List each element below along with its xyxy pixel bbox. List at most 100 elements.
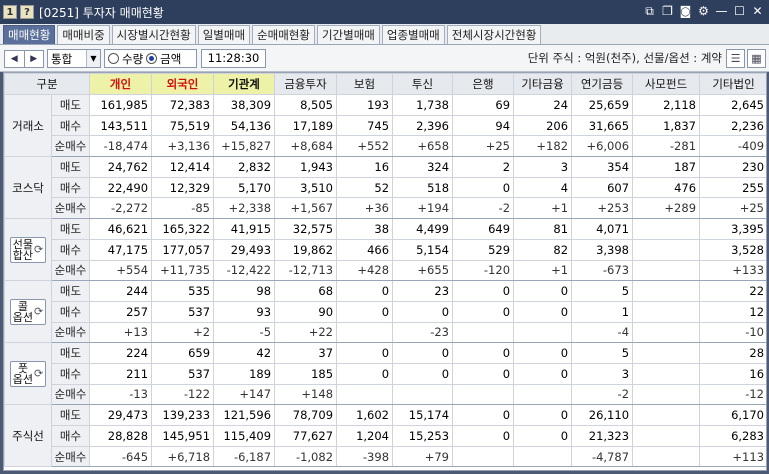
- copy-icon[interactable]: ❐: [660, 4, 675, 19]
- cell-value: 0: [513, 280, 573, 302]
- market-select[interactable]: 통합 ▼: [47, 49, 101, 68]
- cell-value: +2,338: [213, 197, 276, 220]
- cell-value: -4: [571, 321, 634, 344]
- unit-radio-group: 수량 금액: [104, 49, 197, 68]
- cell-value: 93: [213, 300, 276, 323]
- chevron-down-icon[interactable]: ▼: [86, 50, 100, 67]
- tab-daily-trading[interactable]: 일별매매: [197, 25, 251, 44]
- cell-value: 6,170: [699, 404, 766, 426]
- minimize-icon[interactable]: —: [714, 4, 729, 19]
- cell-value: +1: [513, 197, 573, 220]
- help-icon[interactable]: ?: [20, 5, 34, 19]
- radio-quantity[interactable]: [108, 53, 119, 64]
- list-view-icon[interactable]: ☰: [726, 49, 745, 68]
- col-individual[interactable]: 개인: [89, 73, 153, 95]
- settings-icon[interactable]: ⚙: [696, 4, 711, 19]
- cell-value: +36: [336, 197, 394, 220]
- group-label[interactable]: 콜 옵션 ⟳: [4, 280, 52, 344]
- cell-value: [632, 259, 701, 282]
- tab-net-trading-status[interactable]: 순매매현황: [252, 25, 315, 44]
- tab-market-time-status[interactable]: 시장별시간현황: [111, 25, 196, 44]
- table-row: 매수 257 537 93 90 0 0 0 0 1 12: [5, 300, 766, 323]
- cell-value: 26,110: [571, 404, 634, 426]
- cell-value: 1: [571, 300, 634, 323]
- cell-value: +113: [699, 445, 766, 468]
- group-label[interactable]: 풋 옵션 ⟳: [4, 342, 52, 406]
- col-financial-investment[interactable]: 금융투자: [274, 73, 338, 95]
- cell-value: 38: [336, 218, 394, 240]
- cell-value: 0: [452, 404, 515, 426]
- investor-trading-grid: 구분 개인 외국인 기관계 금융투자 보험 투신 은행 기타금융 연기금등 사모…: [3, 72, 767, 471]
- group-toggle-button[interactable]: 선물 합산 ⟳: [9, 236, 47, 263]
- cell-value: -120: [452, 259, 515, 282]
- cell-value: 72,383: [151, 94, 215, 116]
- row-label-buy: 매수: [50, 176, 91, 199]
- cell-value: +8,684: [274, 135, 338, 158]
- radio-amount[interactable]: [146, 53, 158, 64]
- cell-value: 3: [571, 362, 634, 385]
- row-label-sell: 매도: [50, 404, 91, 426]
- cell-value: 5: [571, 280, 634, 302]
- cell-value: 24: [513, 94, 573, 116]
- cell-value: 1,602: [336, 404, 394, 426]
- cell-value: -12,422: [213, 259, 276, 282]
- radio-amount-label[interactable]: 금액: [160, 51, 181, 67]
- cell-value: +655: [392, 259, 454, 282]
- col-private-fund[interactable]: 사모펀드: [632, 73, 701, 95]
- tab-period-trading[interactable]: 기간별매매: [316, 25, 380, 44]
- cell-value: 189: [213, 362, 276, 385]
- cell-value: 5: [571, 342, 634, 364]
- cell-value: 185: [274, 362, 338, 385]
- col-foreign[interactable]: 외국인: [151, 73, 215, 95]
- cell-value: 0: [336, 342, 394, 364]
- cell-value: 193: [336, 94, 394, 116]
- col-insurance[interactable]: 보험: [336, 73, 394, 95]
- cell-value: 161,985: [89, 94, 153, 116]
- cell-value: +6,006: [571, 135, 634, 158]
- row-label-buy: 매수: [50, 300, 91, 323]
- group-toggle-button[interactable]: 풋 옵션 ⟳: [9, 360, 47, 387]
- tab-trading-ratio[interactable]: 매매비중: [57, 25, 110, 44]
- screen-link-icon[interactable]: ⧉: [642, 4, 657, 19]
- cell-value: 22,490: [89, 176, 153, 199]
- grid-view-icon[interactable]: ▦: [747, 49, 766, 68]
- cell-value: +148: [274, 383, 338, 406]
- col-pension[interactable]: 연기금등: [571, 73, 634, 95]
- col-other-corp[interactable]: 기타법인: [699, 73, 766, 95]
- close-icon[interactable]: ✕: [750, 4, 765, 19]
- col-other-finance[interactable]: 기타금융: [513, 73, 573, 95]
- group-label[interactable]: 선물 합산 ⟳: [4, 218, 52, 282]
- maximize-icon[interactable]: ☐: [732, 4, 747, 19]
- cell-value: 255: [699, 176, 766, 199]
- cell-value: [513, 383, 573, 406]
- cell-value: 75,519: [151, 114, 215, 137]
- cell-value: -2: [571, 383, 634, 406]
- col-institution[interactable]: 기관계: [213, 73, 276, 95]
- cell-value: 32,575: [274, 218, 338, 240]
- cell-value: 23: [392, 280, 454, 302]
- cell-value: 2,118: [632, 94, 701, 116]
- group-toggle-button[interactable]: 콜 옵션 ⟳: [9, 298, 47, 325]
- group-toggle-label: 선물 합산: [13, 239, 33, 261]
- cell-value: [513, 321, 573, 344]
- tab-all-market-time-status[interactable]: 전체시장시간현황: [446, 25, 542, 44]
- camera-icon[interactable]: ◙: [678, 4, 693, 19]
- cell-value: 3,395: [699, 218, 766, 240]
- cell-value: +194: [392, 197, 454, 220]
- prev-arrow-icon[interactable]: ◀: [5, 51, 24, 67]
- tab-trading-status[interactable]: 매매현황: [3, 25, 56, 44]
- radio-quantity-label[interactable]: 수량: [122, 51, 143, 67]
- cell-value: 2,832: [213, 156, 276, 178]
- tab-sector-trading[interactable]: 업종별매매: [381, 25, 445, 44]
- cell-value: 0: [452, 342, 515, 364]
- cell-value: 1,738: [392, 94, 454, 116]
- table-row: 매수 47,175 177,057 29,493 19,862 466 5,154 529 82…: [5, 238, 766, 261]
- cell-value: 659: [151, 342, 215, 364]
- col-investment-trust[interactable]: 투신: [392, 73, 454, 95]
- col-bank[interactable]: 은행: [452, 73, 515, 95]
- cell-value: 3,528: [699, 238, 766, 261]
- cell-value: -2,272: [89, 197, 153, 220]
- next-arrow-icon[interactable]: ▶: [23, 51, 44, 67]
- cell-value: +182: [513, 135, 573, 158]
- cell-value: 466: [336, 238, 394, 261]
